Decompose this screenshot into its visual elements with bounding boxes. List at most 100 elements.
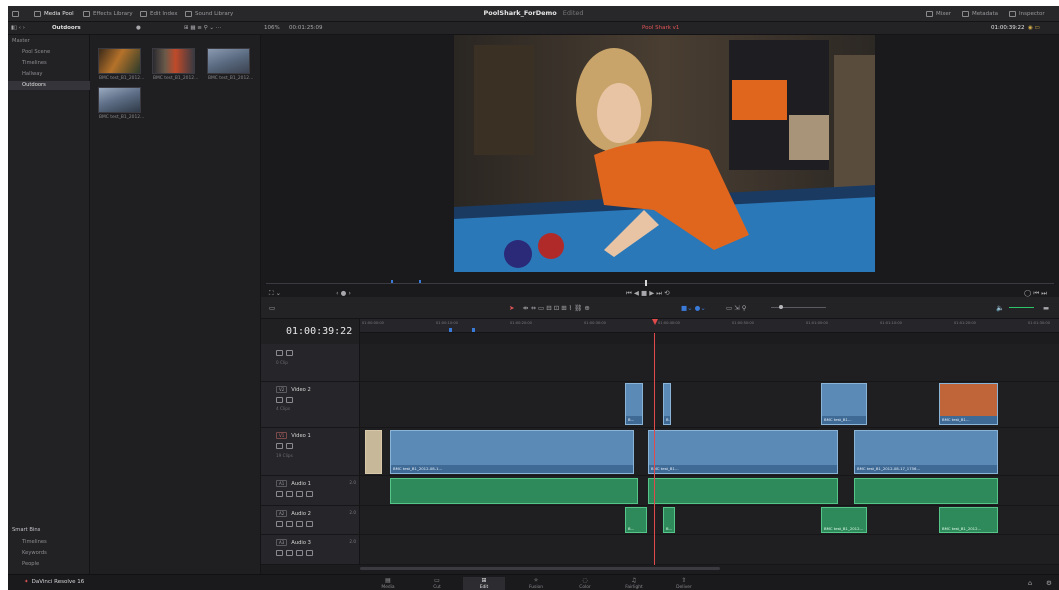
source-timecode: 00:01:25:09 bbox=[289, 25, 323, 31]
clip-thumbnail[interactable] bbox=[98, 48, 141, 74]
inspector-button[interactable]: Inspector bbox=[1009, 9, 1045, 19]
panel-toggle-icon[interactable]: ▮▯ ‹ › bbox=[11, 24, 25, 33]
ruler-tick-label: 01:01:30:00 bbox=[1028, 321, 1050, 325]
viewer-frame[interactable] bbox=[454, 35, 875, 272]
track-controls[interactable] bbox=[276, 490, 316, 497]
viewer-playhead[interactable] bbox=[645, 280, 647, 286]
resolve-window: Media Pool Effects Library Edit Index So… bbox=[8, 6, 1059, 590]
volume-icon[interactable]: 🔈 bbox=[996, 304, 1004, 312]
track-controls[interactable] bbox=[276, 520, 316, 527]
track-name: V1 Video 1 bbox=[276, 432, 311, 439]
video-frame-image bbox=[454, 35, 875, 272]
track-name: A3 Audio 3 bbox=[276, 539, 311, 546]
smart-bins-title: Smart Bins bbox=[12, 527, 41, 533]
smart-bin-keywords[interactable]: Keywords bbox=[22, 550, 47, 556]
smart-bin-timelines[interactable]: Timelines bbox=[22, 539, 47, 545]
track-header-v2: V2 Video 2 4 Clips bbox=[261, 382, 360, 428]
timeline-name[interactable]: Pool Shark v1 bbox=[642, 24, 679, 33]
mixer-button[interactable]: Mixer bbox=[926, 9, 951, 19]
audio-clip[interactable]: BMC test_B1_2012... bbox=[821, 507, 867, 533]
page-media[interactable]: ▤ Media bbox=[367, 577, 409, 590]
audio-clip[interactable] bbox=[390, 478, 638, 504]
timeline-toolbar: ▭ ➤ ⇹ ⇸ ▭ ⊟ ⊡ ⊞ ⌇ ⛓ ⊕ ■⌄ ●⌄ ▭ ⇲ ⚲ 🔈 ▬ bbox=[261, 297, 1059, 319]
bin-item-pool-scene[interactable]: Pool Scene bbox=[22, 49, 50, 55]
page-deliver[interactable]: ⇧ Deliver bbox=[663, 577, 705, 590]
mixer-icon bbox=[926, 10, 933, 17]
timeline-playhead[interactable] bbox=[654, 333, 655, 565]
top-toolbar: Media Pool Effects Library Edit Index So… bbox=[8, 6, 1059, 22]
track-header-a1: A1 Audio 1 2.0 bbox=[261, 476, 360, 506]
clip-thumbnail[interactable] bbox=[152, 48, 195, 74]
clip-thumbnail[interactable] bbox=[207, 48, 250, 74]
metadata-button[interactable]: Metadata bbox=[962, 9, 998, 19]
page-fusion[interactable]: ✧ Fusion bbox=[515, 577, 557, 590]
home-icon[interactable]: ⌂ bbox=[1028, 579, 1032, 587]
timeline-ruler[interactable]: 01:00:00:00 01:00:10:00 01:00:20:00 01:00:3… bbox=[360, 319, 1059, 333]
video-clip[interactable]: BMC test_B1... bbox=[821, 383, 867, 425]
bin-tree-panel: Master Pool Scene Timelines Hallway Outd… bbox=[8, 35, 90, 574]
bin-item-hallway[interactable]: Hallway bbox=[22, 71, 42, 77]
timeline-panel: ▭ ➤ ⇹ ⇸ ▭ ⊟ ⊡ ⊞ ⌇ ⛓ ⊕ ■⌄ ●⌄ ▭ ⇲ ⚲ 🔈 ▬ 01… bbox=[261, 297, 1059, 574]
clip-label: BMC test_B1_2012... bbox=[99, 115, 145, 120]
fusion-page-icon: ✧ bbox=[533, 577, 539, 584]
video-clip[interactable]: BMC test_B1... bbox=[648, 430, 838, 474]
smart-bin-people[interactable]: People bbox=[22, 561, 39, 567]
page-edit[interactable]: ⊞ Edit bbox=[463, 577, 505, 590]
track-header-v3: 0 Clip bbox=[261, 344, 360, 382]
page-color[interactable]: ◌ Color bbox=[564, 577, 606, 590]
timeline-view-options-icon[interactable]: ▭ bbox=[269, 304, 275, 312]
track-controls[interactable] bbox=[276, 549, 316, 556]
page-navigation: ✦ DaVinci Resolve 16 ▤ Media ▭ Cut ⊞ Edit ✧ F… bbox=[8, 574, 1059, 590]
video-clip[interactable]: BMC test_B1... bbox=[939, 383, 998, 425]
marker-icon bbox=[391, 280, 393, 283]
app-brand: ✦ DaVinci Resolve 16 bbox=[24, 579, 85, 585]
video-clip[interactable]: B... bbox=[663, 383, 671, 425]
track-lane-a3[interactable] bbox=[360, 535, 1059, 565]
audio-clip[interactable] bbox=[648, 478, 838, 504]
gear-icon[interactable]: ⚙ bbox=[1046, 579, 1052, 587]
inspector-icon bbox=[1009, 10, 1016, 17]
zoom-mode-icons[interactable]: ▭ ⇲ ⚲ bbox=[726, 304, 746, 312]
ruler-tick-label: 01:01:00:00 bbox=[806, 321, 828, 325]
edit-tools-icons[interactable]: ⇹ ⇸ ▭ ⊟ ⊡ ⊞ ⌇ ⛓ ⊕ bbox=[523, 304, 590, 312]
track-name: V2 Video 2 bbox=[276, 386, 311, 393]
track-lane-v3[interactable] bbox=[360, 344, 1059, 382]
flag-marker-icons[interactable]: ■⌄ ●⌄ bbox=[681, 304, 706, 312]
audio-clip[interactable]: BMC test_B1_2012... bbox=[939, 507, 998, 533]
bin-item-timelines[interactable]: Timelines bbox=[22, 60, 47, 66]
video-clip[interactable] bbox=[365, 430, 382, 474]
jog-icon[interactable]: ‹ ● › bbox=[336, 289, 351, 297]
bin-options-icon[interactable]: ● bbox=[136, 24, 141, 33]
zoom-slider-handle[interactable] bbox=[779, 305, 783, 309]
timeline-timecode-header: 01:00:39:22 bbox=[261, 319, 360, 344]
volume-slider[interactable] bbox=[1009, 307, 1034, 308]
video-clip[interactable]: BMC test_B1_2012-08-17_1756... bbox=[854, 430, 998, 474]
audio-meter-icon[interactable]: ▬ bbox=[1043, 304, 1049, 312]
view-mode-icons[interactable]: ⊞ ▦ ≡ ⚲ ⌄ ⋯ bbox=[184, 24, 221, 33]
cut-page-icon: ▭ bbox=[434, 577, 440, 584]
track-controls[interactable] bbox=[276, 349, 296, 356]
viewer-zoom[interactable]: 106% bbox=[264, 24, 280, 33]
track-controls[interactable] bbox=[276, 396, 296, 403]
video-clip[interactable]: B... bbox=[625, 383, 643, 425]
page-cut[interactable]: ▭ Cut bbox=[416, 577, 458, 590]
audio-clip[interactable] bbox=[854, 478, 998, 504]
track-name: A1 Audio 1 bbox=[276, 480, 311, 487]
project-title: PoolShark_ForDemo Edited bbox=[483, 9, 584, 17]
timeline-scrollbar[interactable] bbox=[360, 567, 720, 570]
bin-item-master[interactable]: Master bbox=[12, 38, 30, 44]
clip-bin-panel: BMC test_B1_2012... BMC test_B1_2012... … bbox=[90, 35, 261, 574]
audio-clip[interactable]: B... bbox=[663, 507, 675, 533]
page-fairlight[interactable]: ♫ Fairlight bbox=[613, 577, 655, 590]
track-controls[interactable] bbox=[276, 442, 296, 449]
channel-format: 2.0 bbox=[349, 510, 356, 515]
track-header-a3: A3 Audio 3 2.0 bbox=[261, 535, 360, 565]
clip-thumbnail[interactable] bbox=[98, 87, 141, 113]
ruler-tick-label: 01:00:30:00 bbox=[584, 321, 606, 325]
selection-tool-icon[interactable]: ➤ bbox=[509, 304, 514, 312]
bin-item-outdoors[interactable]: Outdoors bbox=[8, 81, 90, 90]
viewer-scrubber[interactable] bbox=[266, 283, 1054, 284]
audio-clip[interactable]: B... bbox=[625, 507, 647, 533]
video-clip[interactable]: BMC test_B1_2012-08-1... bbox=[390, 430, 634, 474]
viewer-options-icon[interactable]: ◉ ▭ bbox=[1028, 24, 1040, 33]
